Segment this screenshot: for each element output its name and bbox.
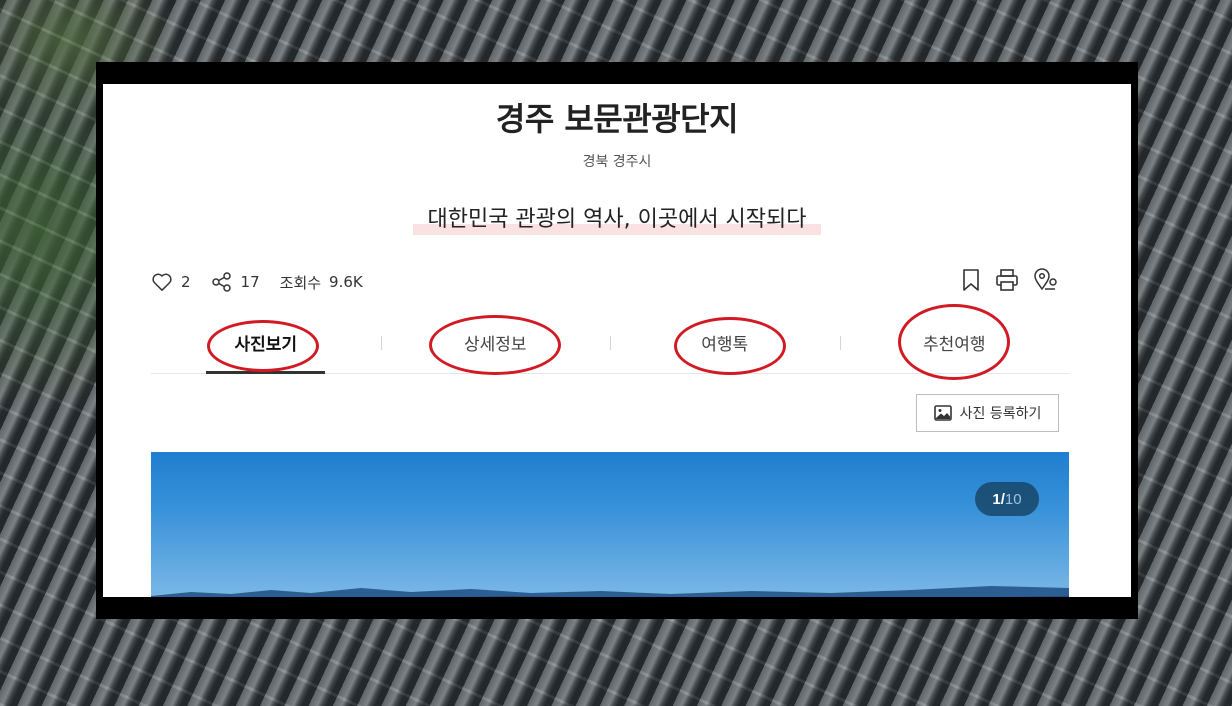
image-icon xyxy=(933,405,952,421)
views-label: 조회수 xyxy=(279,273,322,292)
gallery-current: 1 xyxy=(992,490,1001,508)
tab-details[interactable]: 상세정보 xyxy=(380,312,611,375)
tab-details-label: 상세정보 xyxy=(463,335,527,355)
heart-icon[interactable] xyxy=(151,272,173,292)
tab-photos[interactable]: 사진보기 xyxy=(151,312,381,374)
stats-bar: 2 17 조회수 9.6K xyxy=(151,270,377,294)
screenshot-frame: 경주 보문관광단지 경북 경주시 대한민국 관광의 역사, 이곳에서 시작되다 … xyxy=(96,62,1138,619)
register-photo-button[interactable]: 사진 등록하기 xyxy=(916,394,1059,432)
map-pin-icon[interactable] xyxy=(1033,268,1059,292)
tab-photos-label: 사진보기 xyxy=(234,335,298,355)
gallery-photo[interactable]: 1 / 10 xyxy=(151,452,1069,597)
region-label: 경북 경주시 xyxy=(582,154,652,170)
view-stat: 조회수 9.6K xyxy=(280,272,363,293)
tagline: 대한민국 관광의 역사, 이곳에서 시작되다 xyxy=(413,201,821,235)
tab-travel-talk-label: 여행톡 xyxy=(701,335,749,355)
tagline-text: 대한민국 관광의 역사, 이곳에서 시작되다 xyxy=(427,207,807,232)
like-stat[interactable]: 2 xyxy=(151,272,191,292)
share-icon[interactable] xyxy=(211,271,233,293)
gallery-counter: 1 / 10 xyxy=(975,482,1039,516)
page-actions xyxy=(961,268,1059,292)
views-count: 9.6K xyxy=(329,273,363,291)
tab-bar: 사진보기 상세정보 여행톡 추천여행 xyxy=(151,304,1070,380)
tab-travel-talk[interactable]: 여행톡 xyxy=(610,312,840,375)
register-photo-label: 사진 등록하기 xyxy=(959,406,1042,422)
page: 경주 보문관광단지 경북 경주시 대한민국 관광의 역사, 이곳에서 시작되다 … xyxy=(103,84,1131,597)
tab-recommended-label: 추천여행 xyxy=(922,335,986,355)
like-count: 2 xyxy=(181,273,191,291)
active-tab-underline xyxy=(206,371,325,374)
bookmark-icon[interactable] xyxy=(961,268,981,292)
share-count: 17 xyxy=(240,273,260,291)
gallery-total: 10 xyxy=(1004,490,1022,508)
mountain-silhouette xyxy=(151,586,1069,597)
tab-recommended[interactable]: 추천여행 xyxy=(839,304,1070,380)
share-stat[interactable]: 17 xyxy=(211,271,260,293)
print-icon[interactable] xyxy=(995,268,1019,292)
tagline-wrap: 대한민국 관광의 역사, 이곳에서 시작되다 xyxy=(103,201,1131,235)
page-title: 경주 보문관광단지 xyxy=(495,100,739,138)
